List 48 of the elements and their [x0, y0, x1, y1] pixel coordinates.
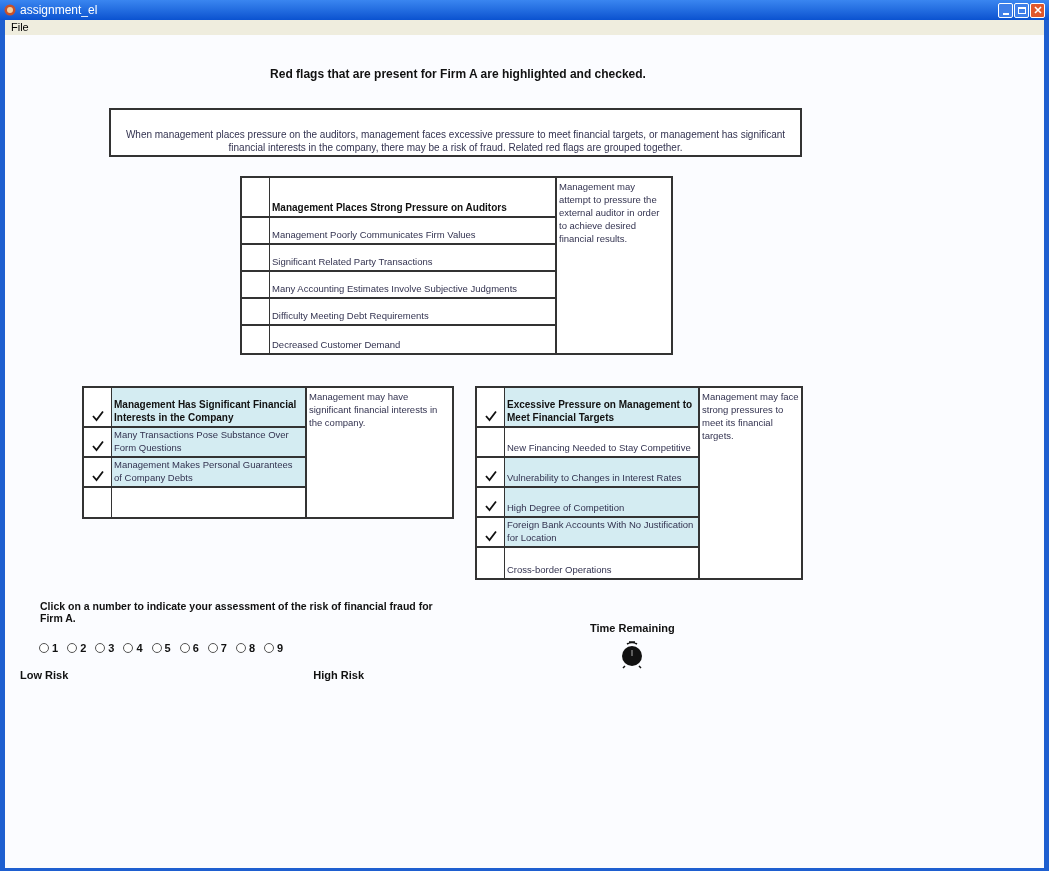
checkmark-icon: [91, 410, 104, 422]
risk-factor-label: Significant Related Party Transactions: [272, 255, 433, 268]
risk-radio[interactable]: 4: [123, 640, 143, 657]
low-risk-label: Low Risk: [20, 667, 69, 683]
group-description: Management may have significant financial interests in the company.: [309, 390, 439, 429]
risk-factor-label: Difficulty Meeting Debt Requirements: [272, 309, 429, 322]
maximize-button[interactable]: [1014, 2, 1029, 18]
risk-factor-label: Cross-border Operations: [507, 563, 612, 576]
risk-factor-label: Management Poorly Communicates Firm Values: [272, 228, 476, 241]
menu-item[interactable]: File: [11, 19, 29, 36]
risk-factor-label: Vulnerability to Changes in Interest Rates: [507, 471, 682, 484]
risk-factor-label: Many Transactions Pose Substance Over Form Questions: [114, 428, 290, 454]
intro-text: When management places pressure on the auditors, management faces excessive pressure to meet financial targets, or management has significant financial interests in the company, there may be a risk of fraud. Related red flags are grouped together.: [124, 128, 787, 154]
timer-label: Time Remaining: [590, 621, 675, 636]
risk-factor-label: Decreased Customer Demand: [272, 338, 401, 351]
checkmark-icon: [484, 500, 497, 512]
close-icon: [1033, 6, 1042, 14]
checkmark-icon: [484, 410, 497, 422]
checkmark-icon: [484, 470, 497, 482]
risk-radio[interactable]: 3: [95, 640, 115, 657]
assessment-prompt: Click on a number to indicate your assessment of the risk of financial fraud for Firm A.: [40, 600, 434, 624]
risk-factor-label: Many Accounting Estimates Involve Subjective Judgments: [272, 282, 517, 295]
stopwatch-icon: [620, 640, 645, 669]
group-heading: Management Places Strong Pressure on Auditors: [272, 201, 507, 214]
checkmark-icon: [484, 530, 497, 542]
high-risk-label: High Risk: [313, 667, 365, 683]
risk-radio[interactable]: 9: [264, 640, 284, 657]
risk-radio[interactable]: 2: [67, 640, 87, 657]
group-description: Management may attempt to pressure the external auditor in order to achieve desired financial results.: [559, 180, 661, 245]
checkmark-icon: [91, 470, 104, 482]
risk-radio[interactable]: 1: [39, 640, 59, 657]
group-heading: Excessive Pressure on Management to Meet Financial Targets: [507, 398, 694, 424]
close-button[interactable]: [1030, 2, 1045, 18]
minimize-button[interactable]: [998, 2, 1013, 18]
risk-factor-label: New Financing Needed to Stay Competitive: [507, 441, 691, 454]
risk-factor-label: High Degree of Competition: [507, 501, 625, 514]
risk-radio[interactable]: 6: [179, 640, 199, 657]
page-heading: Red flags that are present for Firm A are highlighted and checked.: [270, 67, 646, 81]
risk-factor-label: Management Makes Personal Guarantees of Company Debts: [114, 458, 294, 484]
risk-radio[interactable]: 7: [207, 640, 227, 657]
group-heading: Management Has Significant Financial Interests in the Company: [114, 398, 298, 424]
window-title: assignment_el: [20, 2, 98, 19]
risk-factor-label: Foreign Bank Accounts With No Justification for Location: [507, 518, 695, 544]
risk-radio[interactable]: 8: [235, 640, 255, 657]
checkmark-icon: [91, 440, 104, 452]
app-icon: [4, 4, 16, 16]
group-description: Management may face strong pressures to meet its financial targets.: [702, 390, 799, 442]
risk-radio[interactable]: 5: [151, 640, 171, 657]
